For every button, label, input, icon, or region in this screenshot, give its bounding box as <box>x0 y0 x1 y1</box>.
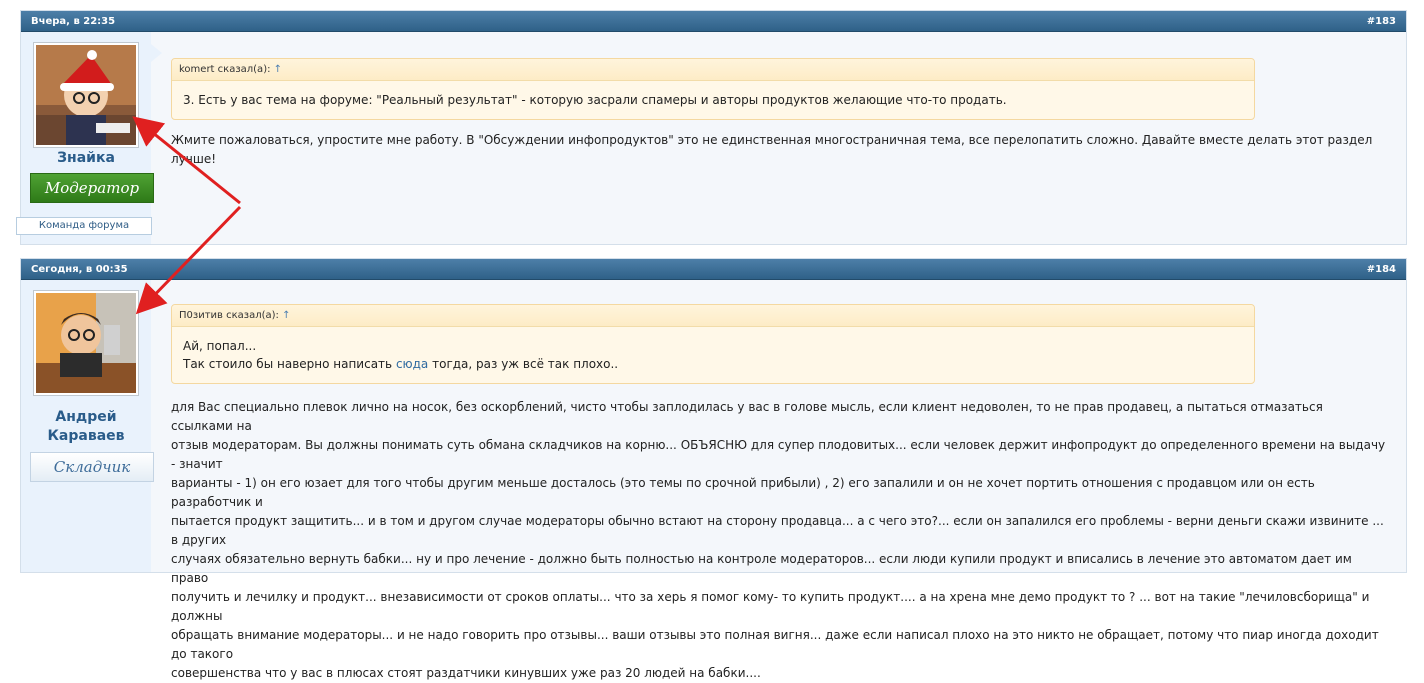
quote-text: Ай, попал... Так стоило бы наверно напис… <box>172 327 1254 383</box>
user-info: Знайка Модератор Команда форума <box>16 32 162 244</box>
userinfo-arrow <box>151 288 162 306</box>
avatar[interactable] <box>33 290 139 396</box>
quote-line-1: Ай, попал... <box>183 339 257 353</box>
post-content: П0зитив сказал(а): ↑ Ай, попал... Так ст… <box>171 304 1386 683</box>
quote-header: komert сказал(а): ↑ <box>172 59 1254 81</box>
quote-block: komert сказал(а): ↑ 3. Есть у вас тема н… <box>171 58 1255 120</box>
quote-link[interactable]: сюда <box>396 357 428 371</box>
quote-author: П0зитив сказал(а): <box>179 310 279 321</box>
role-badge: Модератор <box>30 173 154 203</box>
avatar-image <box>36 45 136 145</box>
quote-text-before: Так стоило бы наверно написать <box>183 357 396 371</box>
userinfo-arrow <box>151 44 162 62</box>
quote-text: 3. Есть у вас тема на форуме: "Реальный … <box>183 93 1007 107</box>
team-badge: Команда форума <box>16 217 152 235</box>
message-line: отзыв модераторам. Вы должны понимать су… <box>171 438 1386 471</box>
post-number-link[interactable]: #184 <box>1367 264 1396 275</box>
message-line: получить и лечилку и продукт... внезавис… <box>171 590 1370 623</box>
post-date: Сегодня, в 00:35 <box>31 263 128 275</box>
post-header: Вчера, в 22:35 #183 <box>21 11 1406 32</box>
quote-block: П0зитив сказал(а): ↑ Ай, попал... Так ст… <box>171 304 1255 384</box>
user-info: Андрей Караваев Складчик <box>21 280 162 572</box>
post-content: komert сказал(а): ↑ 3. Есть у вас тема н… <box>171 58 1386 169</box>
quote-up-icon[interactable]: ↑ <box>274 64 282 75</box>
post-number-link[interactable]: #183 <box>1367 16 1396 27</box>
post-date: Вчера, в 22:35 <box>31 15 116 27</box>
message-line: случаях обязательно вернуть бабки... ну … <box>171 552 1352 585</box>
quote-up-icon[interactable]: ↑ <box>282 310 290 321</box>
message-text: для Вас специально плевок лично на носок… <box>171 398 1386 683</box>
quote-header: П0зитив сказал(а): ↑ <box>172 305 1254 327</box>
quote-line-2: Так стоило бы наверно написать сюда тогд… <box>183 355 1243 373</box>
post-183: Вчера, в 22:35 #183 Знайка Модератор Ком… <box>16 10 1407 245</box>
username[interactable]: Знайка <box>21 149 151 168</box>
role-badge: Складчик <box>30 452 154 482</box>
post-header: Сегодня, в 00:35 #184 <box>21 259 1406 280</box>
quote-author: komert сказал(а): <box>179 64 271 75</box>
message-line: для Вас специально плевок лично на носок… <box>171 400 1323 433</box>
username-first: Андрей <box>55 409 117 425</box>
avatar-image <box>36 293 136 393</box>
message-line: совершенства что у вас в плюсах стоят ра… <box>171 666 761 680</box>
username[interactable]: Андрей Караваев <box>21 408 151 446</box>
quote-text-after: тогда, раз уж всё так плохо.. <box>428 357 619 371</box>
message-text: Жмите пожаловаться, упростите мне работу… <box>171 133 1373 166</box>
username-last: Караваев <box>47 428 125 444</box>
message-line: пытается продукт защитить... и в том и д… <box>171 514 1384 547</box>
avatar[interactable] <box>33 42 139 148</box>
post-184: Сегодня, в 00:35 #184 Андрей Караваев Ск… <box>20 258 1407 680</box>
message-line: обращать внимание модераторы... и не над… <box>171 628 1379 661</box>
message-line: варианты - 1) он его юзает для того чтоб… <box>171 476 1315 509</box>
